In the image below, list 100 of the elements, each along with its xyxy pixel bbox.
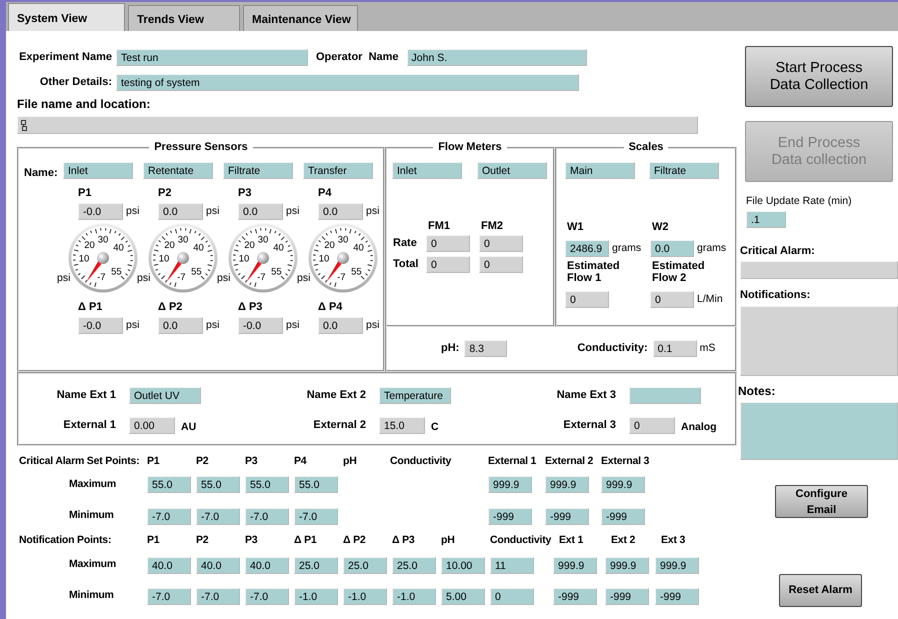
input-field[interactable]: 0 [490,588,534,604]
input-field[interactable]: 999.9 [601,476,645,493]
input-field[interactable]: -999 [553,588,597,604]
table-title: Notification Points: [18,533,112,548]
tab[interactable]: Trends View [128,5,240,31]
notes-field[interactable] [740,402,898,460]
column-header: Δ P1 [294,533,318,548]
input-field[interactable]: -999 [655,588,699,604]
input-field[interactable]: -999 [601,508,645,524]
input-field[interactable]: 25.0 [392,556,436,574]
field-label: Name Ext 2 [306,388,366,403]
scale-label: -7 [97,272,106,284]
input-field[interactable]: 5.00 [441,588,485,604]
input-field[interactable]: -7.0 [196,508,240,524]
field-label: File Update Rate (min) [746,194,853,209]
start-button[interactable]: Start Process Data Collection [745,46,893,107]
scale-label: 55 [351,266,362,278]
value-display: 0 [650,290,694,308]
scale-label: 10 [158,253,170,264]
input-field[interactable] [629,386,701,404]
input-field[interactable]: .1 [746,210,786,228]
input-field[interactable]: 25.0 [294,556,338,574]
input-field[interactable]: -999 [488,508,532,524]
unit-label: psi [217,271,228,286]
input-field[interactable]: -999 [605,588,649,604]
field-label: Conductivity: [577,341,648,356]
column-header: pH [343,454,358,470]
input-field[interactable]: Main [565,162,635,179]
input-field[interactable]: 999.9 [605,556,649,574]
input-field[interactable]: 11 [490,556,534,574]
row-label: Minimum [68,508,115,524]
field-label: External 2 [312,418,366,433]
input-field[interactable]: -7.0 [147,508,191,524]
input-field[interactable]: 999.9 [545,476,589,493]
input-field[interactable]: Outlet [477,162,547,179]
input-field[interactable]: Filtrate [223,162,293,179]
column-header: Ext 3 [660,533,686,548]
unit-label: L/Min [697,292,723,307]
path-field[interactable] [17,116,698,134]
field-label: W2 [652,220,668,235]
field-label: W1 [567,220,584,235]
column-header: pH [441,533,456,548]
input-field[interactable]: 25.0 [343,556,387,574]
input-field[interactable]: -7.0 [245,508,289,524]
input-field[interactable]: -999 [545,508,589,524]
scale-label: 20 [244,240,255,251]
field-label: External 3 [562,418,616,433]
input-field[interactable]: 40.0 [196,556,240,574]
column-header: Δ P2 [343,533,367,548]
field-label: Δ P3 [238,302,262,313]
input-field[interactable]: 40.0 [245,556,289,574]
input-field[interactable]: 55.0 [196,476,240,493]
input-field[interactable]: 999.9 [553,556,597,574]
input-field[interactable]: -7.0 [294,508,338,524]
input-field[interactable]: -1.0 [294,588,338,604]
scale-label: 10 [78,253,90,264]
field-label: Notes: [738,382,776,400]
scale-label: -7 [177,272,186,284]
input-field[interactable]: 55.0 [147,476,191,493]
input-field[interactable]: Retentate [143,162,213,179]
input-field[interactable]: Transfer [303,162,373,179]
input-field[interactable]: Filtrate [649,162,719,179]
column-header: Ext 2 [610,533,636,548]
input-field[interactable]: 55.0 [245,476,289,493]
input-field[interactable]: Test run [116,48,308,66]
unit-label: psi [126,204,140,220]
input-field[interactable]: -1.0 [392,588,436,604]
input-field[interactable]: John S. [406,48,587,66]
input-field[interactable]: -7.0 [147,588,191,604]
input-field[interactable]: -7.0 [196,588,240,604]
tab[interactable]: System View [8,3,125,31]
scale-label: 30 [258,234,268,246]
input-field[interactable]: Inlet [63,162,133,179]
tab[interactable]: Maintenance View [243,5,358,31]
input-field[interactable]: 40.0 [147,556,191,574]
reset-alarm-button[interactable]: Reset Alarm [779,574,862,607]
input-field[interactable]: -7.0 [245,588,289,604]
value-display: 0.0 [318,203,363,220]
scale-label: 40 [353,242,364,254]
input-field[interactable]: 999.9 [655,556,699,574]
input-field[interactable]: 55.0 [294,476,338,493]
input-field[interactable]: Inlet [392,162,462,179]
input-field[interactable]: 2486.9 [565,240,609,256]
unit-label: psi [137,271,148,286]
unit-label: psi [366,318,380,334]
value-display: 0 [426,235,470,252]
input-field[interactable]: 999.9 [488,476,532,493]
input-field[interactable]: 10.00 [441,556,485,574]
configure-email-button[interactable]: Configure Email [775,484,868,518]
input-field[interactable]: Outlet UV [129,386,201,404]
input-field[interactable]: Temperature [379,386,451,404]
field-label: P3 [238,188,252,199]
input-field[interactable]: testing of system [116,74,579,90]
column-header: P3 [245,454,258,470]
value-display: 0 [426,256,470,273]
input-field[interactable]: -1.0 [343,588,387,604]
input-field[interactable]: 0.0 [650,240,694,256]
field-label: pH: [441,341,460,356]
column-header: External 3 [601,454,650,470]
gauge-dial [308,224,378,292]
